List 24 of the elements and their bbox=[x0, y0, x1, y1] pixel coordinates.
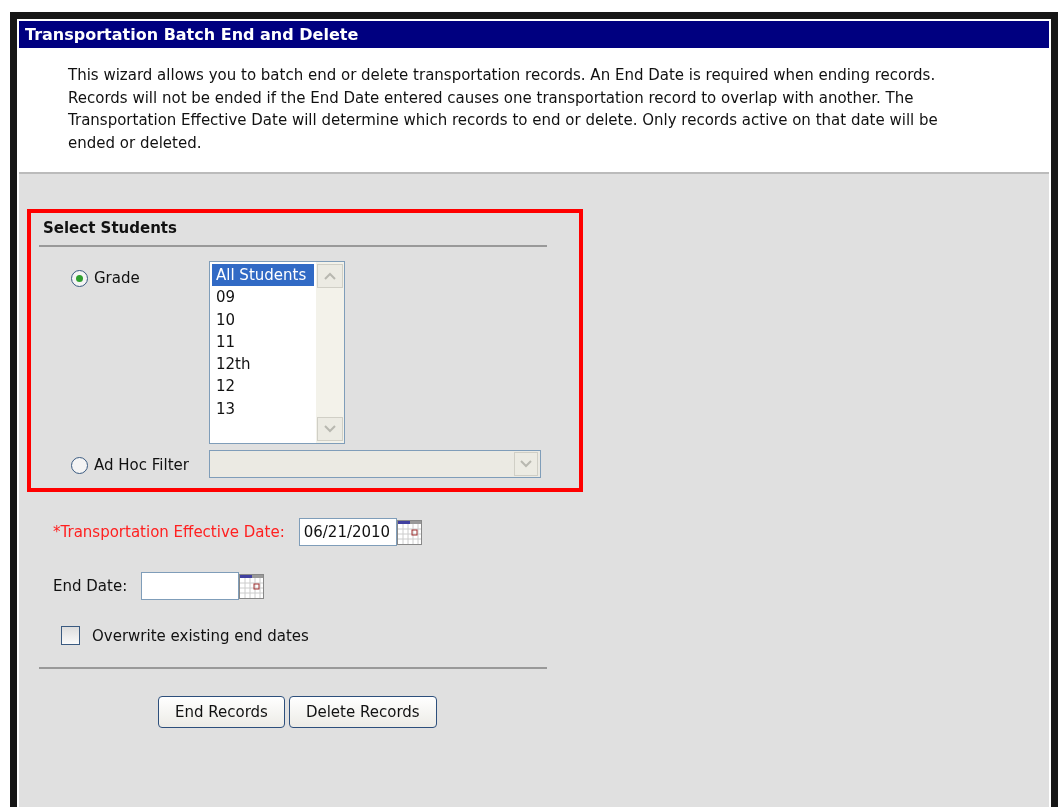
date-field[interactable] bbox=[141, 572, 240, 600]
calendar-icon[interactable] bbox=[239, 573, 265, 599]
list-item[interactable]: 09 bbox=[212, 286, 314, 309]
calendar-icon[interactable] bbox=[396, 519, 422, 545]
section-heading: Select Students bbox=[39, 217, 547, 247]
radio-icon[interactable] bbox=[71, 269, 88, 287]
radio-option[interactable]: Ad Hoc Filter bbox=[71, 456, 209, 474]
list-item[interactable]: 13 bbox=[212, 397, 314, 421]
field-label: *Transportation Effective Date: bbox=[53, 523, 285, 541]
action-button[interactable]: Delete Records bbox=[288, 696, 437, 728]
window-title: Transportation Batch End and Delete bbox=[19, 21, 1049, 48]
list-item[interactable]: 12 bbox=[212, 375, 314, 398]
radio-option[interactable]: Grade bbox=[71, 269, 209, 287]
checkbox-label: Overwrite existing end dates bbox=[92, 626, 309, 645]
date-field[interactable]: 06/21/2010 bbox=[298, 518, 397, 546]
checkbox[interactable] bbox=[61, 626, 80, 645]
list-item[interactable]: 11 bbox=[212, 330, 314, 354]
radio-icon[interactable] bbox=[71, 456, 88, 474]
list-item[interactable]: All Students bbox=[212, 264, 314, 287]
field-label: End Date: bbox=[53, 577, 128, 595]
list-item[interactable]: 10 bbox=[212, 308, 314, 331]
action-button[interactable]: End Records bbox=[158, 696, 285, 728]
list-item[interactable]: 12th bbox=[212, 353, 314, 376]
grade-list[interactable]: All Students 09 10 11 12th 12 13 bbox=[209, 261, 345, 444]
